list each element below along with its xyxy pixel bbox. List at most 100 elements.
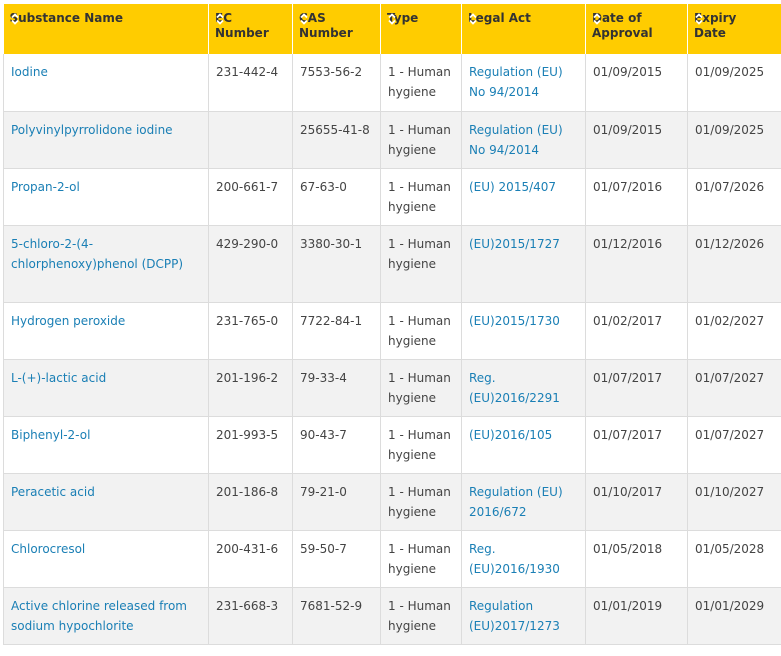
column-header-legal-act[interactable]: Legal Act xyxy=(461,4,586,54)
sort-icon[interactable] xyxy=(694,12,704,26)
cell-substance-name: L-(+)-lactic acid xyxy=(3,359,209,417)
date-of-approval-value: 01/07/2017 xyxy=(593,370,663,385)
cell-type: 1 - Human hygiene xyxy=(380,530,462,588)
cell-substance-name: Hydrogen peroxide xyxy=(3,302,209,360)
cell-cas-number: 7553-56-2 xyxy=(292,54,381,112)
cell-cas-number: 79-33-4 xyxy=(292,359,381,417)
ec-number-value: 201-993-5 xyxy=(216,427,279,442)
legal-act-link[interactable]: Reg. (EU)2016/1930 xyxy=(469,542,560,576)
cell-legal-act: (EU)2015/1727 xyxy=(461,225,586,303)
type-value: 1 - Human hygiene xyxy=(388,65,451,99)
cell-legal-act: Regulation (EU) No 94/2014 xyxy=(461,54,586,112)
cell-type: 1 - Human hygiene xyxy=(380,168,462,226)
cas-number-value: 7553-56-2 xyxy=(300,65,363,79)
cell-date-of-approval: 01/02/2017 xyxy=(585,302,688,360)
cell-date-of-approval: 01/07/2016 xyxy=(585,168,688,226)
expiry-date-value: 01/05/2028 xyxy=(695,541,765,556)
cas-number-value: 3380-30-1 xyxy=(300,236,363,251)
table-row: Active chlorine released from sodium hyp… xyxy=(3,587,781,645)
substance-name-link[interactable]: Biphenyl-2-ol xyxy=(11,428,90,442)
type-value: 1 - Human hygiene xyxy=(388,541,451,576)
cas-number-value: 79-21-0 xyxy=(300,484,347,499)
substance-name-link[interactable]: 5-chloro-2-(4-chlorphenoxy)phenol (DCPP) xyxy=(11,237,183,271)
table-row: L-(+)-lactic acid 201-196-2 79-33-4 1 - Hum… xyxy=(3,359,781,417)
substances-table-container: Substance Name EC Number CAS Number Type Leg… xyxy=(0,0,781,656)
substance-name-link[interactable]: Iodine xyxy=(11,65,48,79)
column-header-substance-name[interactable]: Substance Name xyxy=(3,4,209,54)
sort-icon[interactable] xyxy=(592,12,602,26)
legal-act-link[interactable]: (EU)2015/1727 xyxy=(469,237,560,251)
legal-act-link[interactable]: (EU)2016/105 xyxy=(469,428,552,442)
legal-act-link[interactable]: (EU) 2015/407 xyxy=(469,180,556,194)
ec-number-value: 231-765-0 xyxy=(216,313,279,328)
substance-name-link[interactable]: Active chlorine released from sodium hyp… xyxy=(11,599,187,633)
substance-name-link[interactable]: Hydrogen peroxide xyxy=(11,314,125,328)
cell-type: 1 - Human hygiene xyxy=(380,473,462,531)
date-of-approval-value: 01/10/2017 xyxy=(593,484,663,499)
cell-date-of-approval: 01/07/2017 xyxy=(585,359,688,417)
sort-icon[interactable] xyxy=(299,12,309,26)
sort-icon[interactable] xyxy=(215,12,225,26)
type-value: 1 - Human hygiene xyxy=(388,236,451,271)
sort-icon[interactable] xyxy=(387,12,397,26)
expiry-date-value: 01/02/2027 xyxy=(695,313,765,328)
legal-act-link[interactable]: Regulation (EU) 2016/672 xyxy=(469,485,563,519)
substance-name-link[interactable]: Polyvinylpyrrolidone iodine xyxy=(11,123,173,137)
cas-number-value: 90-43-7 xyxy=(300,427,347,442)
table-row: Peracetic acid 201-186-8 79-21-0 1 - Human … xyxy=(3,473,781,531)
date-of-approval-value: 01/09/2015 xyxy=(593,122,663,137)
cas-number-value: 67-63-0 xyxy=(300,179,347,194)
cell-legal-act: (EU)2015/1730 xyxy=(461,302,586,360)
legal-act-link[interactable]: Regulation (EU) No 94/2014 xyxy=(469,65,563,99)
column-header-cas-number[interactable]: CAS Number xyxy=(292,4,381,54)
cell-substance-name: Chlorocresol xyxy=(3,530,209,588)
cell-date-of-approval: 01/10/2017 xyxy=(585,473,688,531)
date-of-approval-value: 01/05/2018 xyxy=(593,541,663,556)
cell-type: 1 - Human hygiene xyxy=(380,359,462,417)
cell-ec-number: 231-442-4 xyxy=(208,54,293,112)
ec-number-value: 231-668-3 xyxy=(216,598,279,613)
date-of-approval-value: 01/07/2017 xyxy=(593,427,663,442)
ec-number-value: 200-431-6 xyxy=(216,541,279,556)
type-value: 1 - Human hygiene xyxy=(388,179,451,214)
legal-act-link[interactable]: (EU)2015/1730 xyxy=(469,314,560,328)
column-header-expiry-date[interactable]: Expiry Date xyxy=(687,4,781,54)
date-of-approval-value: 01/12/2016 xyxy=(593,236,663,251)
cell-substance-name: 5-chloro-2-(4-chlorphenoxy)phenol (DCPP) xyxy=(3,225,209,303)
substance-name-link[interactable]: Chlorocresol xyxy=(11,542,85,556)
legal-act-link[interactable]: Regulation (EU) No 94/2014 xyxy=(469,123,563,157)
expiry-date-value: 01/01/2029 xyxy=(695,598,765,613)
cas-number-value: 7722-84-1 xyxy=(300,313,363,328)
cas-number-value: 25655-41-8 xyxy=(300,122,370,137)
column-header-label: CAS Number xyxy=(299,11,353,40)
column-header-date-of-approval[interactable]: Date of Approval xyxy=(585,4,688,54)
legal-act-link[interactable]: Regulation (EU)2017/1273 xyxy=(469,599,560,633)
sort-icon[interactable] xyxy=(468,12,478,26)
cell-ec-number: 200-431-6 xyxy=(208,530,293,588)
date-of-approval-value: 01/01/2019 xyxy=(593,598,663,613)
cell-type: 1 - Human hygiene xyxy=(380,302,462,360)
substance-name-link[interactable]: Propan-2-ol xyxy=(11,180,80,194)
substance-name-link[interactable]: L-(+)-lactic acid xyxy=(11,371,106,385)
cell-date-of-approval: 01/09/2015 xyxy=(585,111,688,169)
table-row: Polyvinylpyrrolidone iodine 25655-41-8 1 -… xyxy=(3,111,781,169)
ec-number-value: 201-196-2 xyxy=(216,370,279,385)
cell-date-of-approval: 01/09/2015 xyxy=(585,54,688,112)
column-header-label: Legal Act xyxy=(468,11,531,25)
ec-number-value: 200-661-7 xyxy=(216,179,279,194)
cell-substance-name: Active chlorine released from sodium hyp… xyxy=(3,587,209,645)
cell-legal-act: (EU)2016/105 xyxy=(461,416,586,474)
expiry-date-value: 01/12/2026 xyxy=(695,236,765,251)
table-row: Hydrogen peroxide 231-765-0 7722-84-1 1 - H… xyxy=(3,302,781,360)
cell-legal-act: Reg. (EU)2016/1930 xyxy=(461,530,586,588)
cas-number-value: 59-50-7 xyxy=(300,541,347,556)
cell-date-of-approval: 01/12/2016 xyxy=(585,225,688,303)
cell-ec-number: 201-186-8 xyxy=(208,473,293,531)
column-header-ec-number[interactable]: EC Number xyxy=(208,4,293,54)
ec-number-value: 201-186-8 xyxy=(216,484,279,499)
cell-cas-number: 79-21-0 xyxy=(292,473,381,531)
sort-icon[interactable] xyxy=(10,12,20,26)
legal-act-link[interactable]: Reg. (EU)2016/2291 xyxy=(469,371,560,405)
substance-name-link[interactable]: Peracetic acid xyxy=(11,485,95,499)
column-header-type[interactable]: Type xyxy=(380,4,462,54)
